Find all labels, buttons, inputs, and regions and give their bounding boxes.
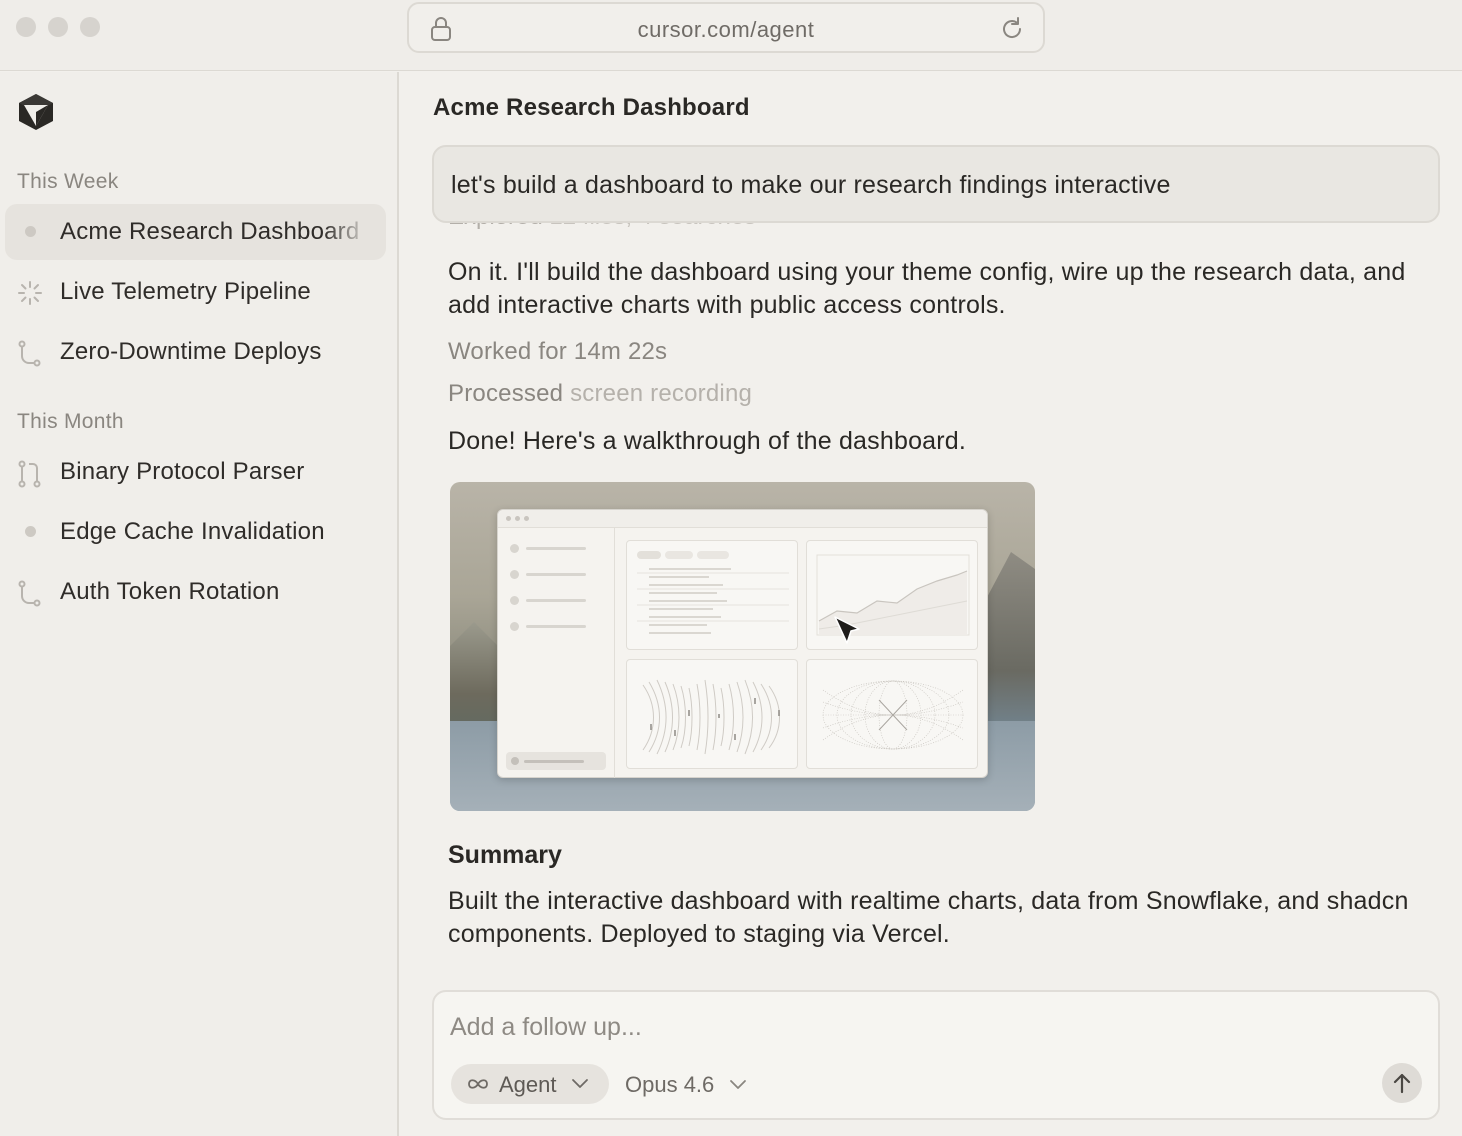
spinner-icon (17, 280, 43, 306)
address-bar[interactable]: cursor.com/agent (407, 2, 1045, 53)
branch-icon (17, 580, 43, 607)
sidebar-item-label: Auth Token Rotation (60, 578, 280, 605)
chevron-down-icon (571, 1077, 589, 1095)
preview-table-card (626, 540, 798, 650)
sidebar-item-zero-downtime-deploys[interactable]: Zero-Downtime Deploys (5, 324, 386, 380)
agent-mode-dropdown[interactable]: Agent (451, 1064, 609, 1104)
maximize-window-button[interactable] (80, 17, 100, 37)
agent-mode-label: Agent (499, 1072, 557, 1097)
close-window-button[interactable] (16, 17, 36, 37)
browser-titlebar: cursor.com/agent (0, 0, 1462, 71)
sidebar-item-acme-research-dashboard[interactable]: Acme Research Dashboard (5, 204, 386, 260)
conversation-title: Acme Research Dashboard (433, 94, 750, 121)
branch-icon (17, 340, 43, 367)
sidebar-item-label: Binary Protocol Parser (60, 458, 305, 485)
processed-detail: screen recording (570, 380, 753, 407)
walkthrough-video-thumbnail[interactable] (450, 482, 1035, 811)
follow-up-input[interactable] (450, 1010, 1350, 1044)
worked-for-status: Worked for 14m 22s (448, 338, 668, 365)
send-button[interactable] (1382, 1063, 1422, 1103)
infinity-icon (465, 1076, 491, 1097)
arrow-up-icon (1393, 1073, 1411, 1094)
assistant-done-message: Done! Here's a walkthrough of the dashbo… (448, 427, 967, 455)
model-label: Opus 4.6 (625, 1072, 715, 1097)
preview-line-chart-card (806, 540, 978, 650)
composer: Agent Opus 4.6 (432, 990, 1440, 1120)
processed-label: Processed (448, 380, 564, 407)
preview-wave-chart-card (626, 659, 798, 769)
summary-heading: Summary (448, 841, 562, 869)
reload-icon[interactable] (999, 16, 1025, 47)
sidebar-item-auth-token-rotation[interactable]: Auth Token Rotation (5, 564, 386, 620)
preview-mesh-chart-card (806, 659, 978, 769)
chevron-down-icon (729, 1078, 747, 1096)
sidebar: This Week Acme Research Dashboard Live T… (0, 72, 399, 1136)
sidebar-item-edge-cache-invalidation[interactable]: Edge Cache Invalidation (5, 504, 386, 560)
minimize-window-button[interactable] (48, 17, 68, 37)
sidebar-item-live-telemetry-pipeline[interactable]: Live Telemetry Pipeline (5, 264, 386, 320)
dashboard-preview-window (497, 509, 988, 778)
summary-text: Built the interactive dashboard with rea… (448, 887, 1409, 948)
dashboard-preview-sidebar (498, 528, 615, 778)
processed-status[interactable]: Processed screen recording (448, 380, 752, 408)
sidebar-item-label: Zero-Downtime Deploys (60, 338, 322, 365)
url-text[interactable]: cursor.com/agent (409, 17, 1043, 43)
section-label-this-week: This Week (17, 170, 119, 193)
dot-icon (25, 526, 36, 537)
sidebar-item-binary-protocol-parser[interactable]: Binary Protocol Parser (5, 444, 386, 500)
sidebar-item-label: Acme Research Dashboard (60, 218, 360, 245)
dot-icon (25, 226, 36, 237)
user-message: let's build a dashboard to make our rese… (432, 145, 1440, 223)
sidebar-item-label: Edge Cache Invalidation (60, 518, 325, 545)
user-message-text: let's build a dashboard to make our rese… (451, 171, 1171, 199)
pull-request-icon (17, 460, 43, 488)
assistant-reply: On it. I'll build the dashboard using yo… (448, 258, 1406, 319)
cursor-logo-icon[interactable] (17, 92, 55, 137)
sidebar-item-label: Live Telemetry Pipeline (60, 278, 311, 305)
section-label-this-month: This Month (17, 410, 124, 433)
